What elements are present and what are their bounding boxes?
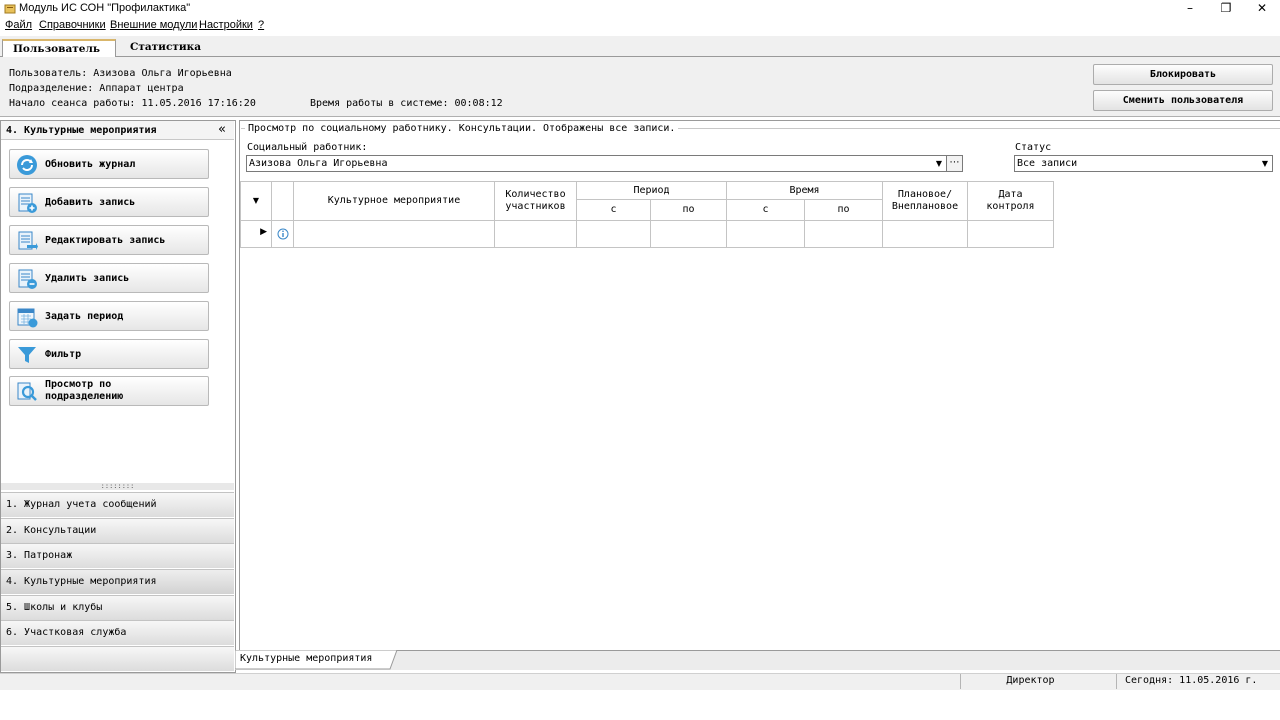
col-header-planned-line1: Плановое/ bbox=[897, 189, 953, 200]
work-time-text: Время работы в системе: 00:08:12 bbox=[310, 98, 503, 109]
delete-record-icon bbox=[18, 269, 37, 289]
filter-label: Фильтр bbox=[45, 349, 82, 360]
social-worker-combobox[interactable]: Азизова Ольга Игорьевна bbox=[246, 155, 947, 172]
set-period-label: Задать период bbox=[45, 311, 124, 322]
refresh-journal-label: Обновить журнал bbox=[45, 159, 136, 170]
col-header-control-date-line1: Дата bbox=[998, 189, 1023, 200]
col-header-period-from[interactable]: с bbox=[577, 200, 651, 221]
row-pointer-icon[interactable]: ▶ bbox=[241, 221, 272, 248]
col-header-time: Время bbox=[727, 182, 883, 200]
app-icon bbox=[4, 4, 16, 14]
table-cell[interactable] bbox=[805, 221, 883, 248]
edit-record-button[interactable]: Редактировать запись bbox=[9, 225, 209, 255]
session-start-text: Начало сеанса работы: 11.05.2016 17:16:2… bbox=[9, 98, 256, 109]
edit-record-icon bbox=[18, 231, 38, 250]
title-bar bbox=[0, 0, 1280, 18]
add-record-label: Добавить запись bbox=[45, 197, 136, 208]
table-cell[interactable] bbox=[968, 221, 1054, 248]
menu-help[interactable]: ? bbox=[258, 19, 264, 31]
col-header-period: Период bbox=[577, 182, 727, 200]
table-cell[interactable] bbox=[577, 221, 651, 248]
restore-icon[interactable]: ❐ bbox=[1208, 0, 1244, 18]
chevron-down-icon[interactable]: ▼ bbox=[932, 156, 946, 171]
block-button[interactable]: Блокировать bbox=[1093, 64, 1273, 85]
status-combobox[interactable]: Все записи bbox=[1014, 155, 1273, 172]
tab-cultural-events[interactable]: Культурные мероприятия bbox=[240, 653, 372, 664]
table-cell[interactable] bbox=[294, 221, 495, 248]
nav-footer bbox=[1, 646, 234, 671]
add-record-icon bbox=[18, 193, 37, 213]
col-header-count[interactable]: Количество участников bbox=[495, 182, 577, 221]
nav-journal[interactable]: 1. Журнал учета сообщений bbox=[1, 492, 234, 517]
col-header-control-date[interactable]: Дата контроля bbox=[968, 182, 1054, 221]
status-role: Директор bbox=[960, 674, 1100, 689]
calendar-icon bbox=[17, 308, 38, 328]
col-header-count-line1: Количество bbox=[505, 189, 566, 200]
search-department-icon bbox=[17, 382, 37, 401]
nav-schools-clubs[interactable]: 5. Школы и клубы bbox=[1, 595, 234, 620]
menu-external-modules[interactable]: Внешние модули bbox=[110, 19, 197, 31]
col-header-time-from[interactable]: с bbox=[727, 200, 805, 221]
table-cell[interactable] bbox=[495, 221, 577, 248]
status-today: Сегодня: 11.05.2016 г. bbox=[1116, 674, 1280, 689]
view-by-department-button[interactable]: Просмотр по подразделению bbox=[9, 376, 209, 406]
filter-icon bbox=[18, 347, 36, 363]
minimize-icon[interactable]: – bbox=[1172, 0, 1208, 18]
tab-statistics[interactable]: Статистика bbox=[120, 39, 230, 57]
nav-consultations[interactable]: 2. Консультации bbox=[1, 518, 234, 543]
add-record-button[interactable]: Добавить запись bbox=[9, 187, 209, 217]
user-name-text: Пользователь: Азизова Ольга Игорьевна bbox=[9, 68, 232, 79]
refresh-icon bbox=[17, 155, 37, 175]
menu-file[interactable]: Файл bbox=[5, 19, 32, 31]
grid-menu-icon[interactable]: ▼ bbox=[241, 182, 272, 221]
filter-button[interactable]: Фильтр bbox=[9, 339, 209, 369]
view-by-department-label: Просмотр по подразделению bbox=[45, 379, 124, 402]
delete-record-button[interactable]: Удалить запись bbox=[9, 263, 209, 293]
close-icon[interactable]: ✕ bbox=[1244, 0, 1280, 18]
tab-user[interactable]: Пользователь bbox=[2, 39, 116, 57]
table-cell[interactable] bbox=[883, 221, 968, 248]
menu-directories[interactable]: Справочники bbox=[39, 19, 106, 31]
menu-settings[interactable]: Настройки bbox=[199, 19, 253, 31]
panel-splitter[interactable]: :::::::: bbox=[1, 483, 234, 490]
social-worker-label: Социальный работник: bbox=[247, 142, 368, 153]
table-cell[interactable] bbox=[727, 221, 805, 248]
table-cell[interactable] bbox=[651, 221, 727, 248]
status-label: Статус bbox=[1015, 142, 1052, 153]
window-title: Модуль ИС СОН "Профилактика" bbox=[19, 2, 191, 14]
grid-icon-col-header bbox=[272, 182, 294, 221]
col-header-count-line2: участников bbox=[505, 201, 566, 212]
edit-record-label: Редактировать запись bbox=[45, 235, 166, 246]
col-header-period-to[interactable]: по bbox=[651, 200, 727, 221]
col-header-planned[interactable]: Плановое/ Внеплановое bbox=[883, 182, 968, 221]
ellipsis-button[interactable]: ⋯ bbox=[946, 155, 963, 172]
table-row-info-cell[interactable] bbox=[272, 221, 294, 248]
group-title: Просмотр по социальному работнику. Консу… bbox=[245, 123, 679, 134]
col-header-planned-line2: Внеплановое bbox=[891, 201, 959, 212]
delete-record-label: Удалить запись bbox=[45, 273, 130, 284]
refresh-journal-button[interactable]: Обновить журнал bbox=[9, 149, 209, 179]
department-text: Подразделение: Аппарат центра bbox=[9, 83, 184, 94]
switch-user-button[interactable]: Сменить пользователя bbox=[1093, 90, 1273, 111]
info-icon bbox=[277, 228, 289, 240]
nav-patronage[interactable]: 3. Патронаж bbox=[1, 543, 234, 568]
col-header-control-date-line2: контроля bbox=[986, 201, 1035, 212]
set-period-button[interactable]: Задать период bbox=[9, 301, 209, 331]
nav-district-service[interactable]: 6. Участковая служба bbox=[1, 620, 234, 645]
collapse-panel-icon[interactable]: « bbox=[218, 122, 226, 137]
left-panel-title: 4. Культурные мероприятия bbox=[6, 125, 157, 136]
nav-cultural-events[interactable]: 4. Культурные мероприятия bbox=[1, 569, 234, 594]
chevron-down-icon[interactable]: ▼ bbox=[1258, 156, 1272, 171]
col-header-event[interactable]: Культурное мероприятие bbox=[294, 182, 495, 221]
col-header-time-to[interactable]: по bbox=[805, 200, 883, 221]
